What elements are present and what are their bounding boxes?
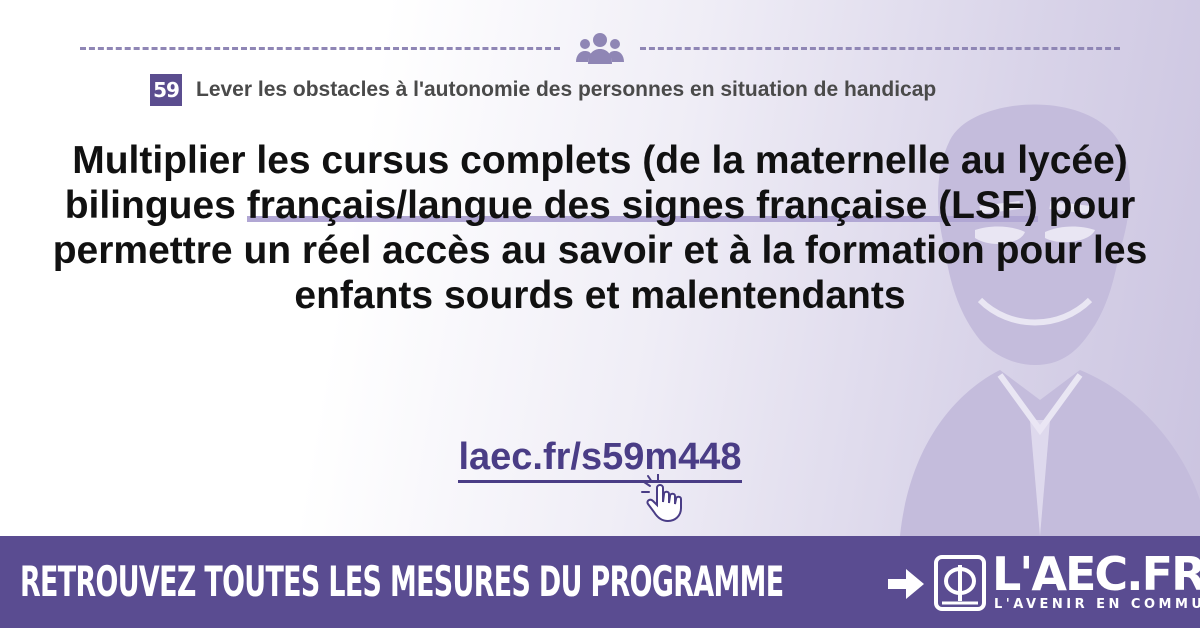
logo-text: L'AEC.FR (992, 547, 1200, 601)
banner-cta-text: RETROUVEZ TOUTES LES MESURES DU PROGRAMM… (20, 557, 784, 606)
header-divider (80, 32, 1120, 64)
shortlink[interactable]: laec.fr/s59m448 (458, 436, 742, 483)
arrow-right-icon (888, 569, 924, 599)
phi-logo-icon (934, 555, 986, 611)
measure-headline: Multiplier les cursus complets (de la ma… (40, 138, 1160, 318)
headline-highlight: français/langue des signes française (LS… (246, 184, 1038, 227)
people-group-icon (576, 33, 624, 64)
divider-line-right (640, 47, 1120, 50)
logo-subtitle: L'AVENIR EN COMMUN (994, 597, 1200, 612)
divider-line-left (80, 47, 560, 50)
category-number-badge: 59 (150, 74, 182, 106)
pointer-hand-icon (641, 474, 682, 522)
shortlink-container: laec.fr/s59m448 (0, 436, 1200, 483)
category-header: 59 Lever les obstacles à l'autonomie des… (150, 74, 1070, 106)
category-title: Lever les obstacles à l'autonomie des pe… (196, 78, 937, 101)
